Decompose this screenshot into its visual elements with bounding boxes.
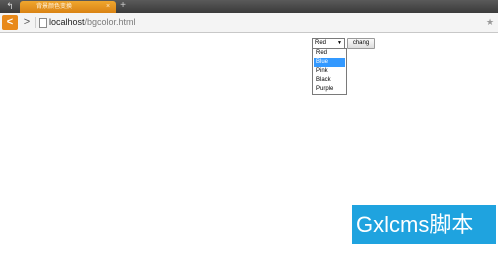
url-path: /bgcolor.html bbox=[84, 17, 136, 27]
browser-title-bar: ↰ 背景颜色变换 × + bbox=[0, 0, 498, 13]
select-option-blue[interactable]: Blue bbox=[314, 58, 345, 67]
url-field[interactable]: localhost/bgcolor.html bbox=[49, 16, 136, 29]
toolbar-divider bbox=[35, 17, 36, 28]
bookmark-star-icon[interactable]: ★ bbox=[484, 16, 496, 29]
watermark-logo: Gxlcms脚本 bbox=[352, 205, 496, 244]
forward-button[interactable]: > bbox=[20, 15, 34, 30]
browser-tab[interactable]: 背景颜色变换 × bbox=[20, 1, 116, 13]
url-host: localhost bbox=[49, 17, 85, 27]
address-bar: < > localhost/bgcolor.html ★ bbox=[0, 13, 498, 33]
change-button[interactable]: chang bbox=[347, 38, 375, 49]
watermark-text: Gxlcms脚本 bbox=[356, 212, 474, 237]
select-option-purple[interactable]: Purple bbox=[314, 85, 345, 94]
back-button[interactable]: < bbox=[2, 15, 18, 30]
color-select-dropdown: Red Blue Pink Black Purple bbox=[312, 48, 347, 95]
select-option-pink[interactable]: Pink bbox=[314, 67, 345, 76]
page-icon bbox=[39, 18, 47, 28]
tab-close-icon[interactable]: × bbox=[104, 1, 112, 13]
select-option-black[interactable]: Black bbox=[314, 76, 345, 85]
color-select-value: Red bbox=[315, 40, 327, 46]
chevron-down-icon: ▼ bbox=[337, 40, 342, 46]
new-tab-button[interactable]: + bbox=[118, 0, 128, 12]
window-back-icon[interactable]: ↰ bbox=[3, 0, 17, 12]
select-option-red[interactable]: Red bbox=[314, 49, 345, 58]
tab-title: 背景颜色变换 bbox=[36, 4, 73, 10]
